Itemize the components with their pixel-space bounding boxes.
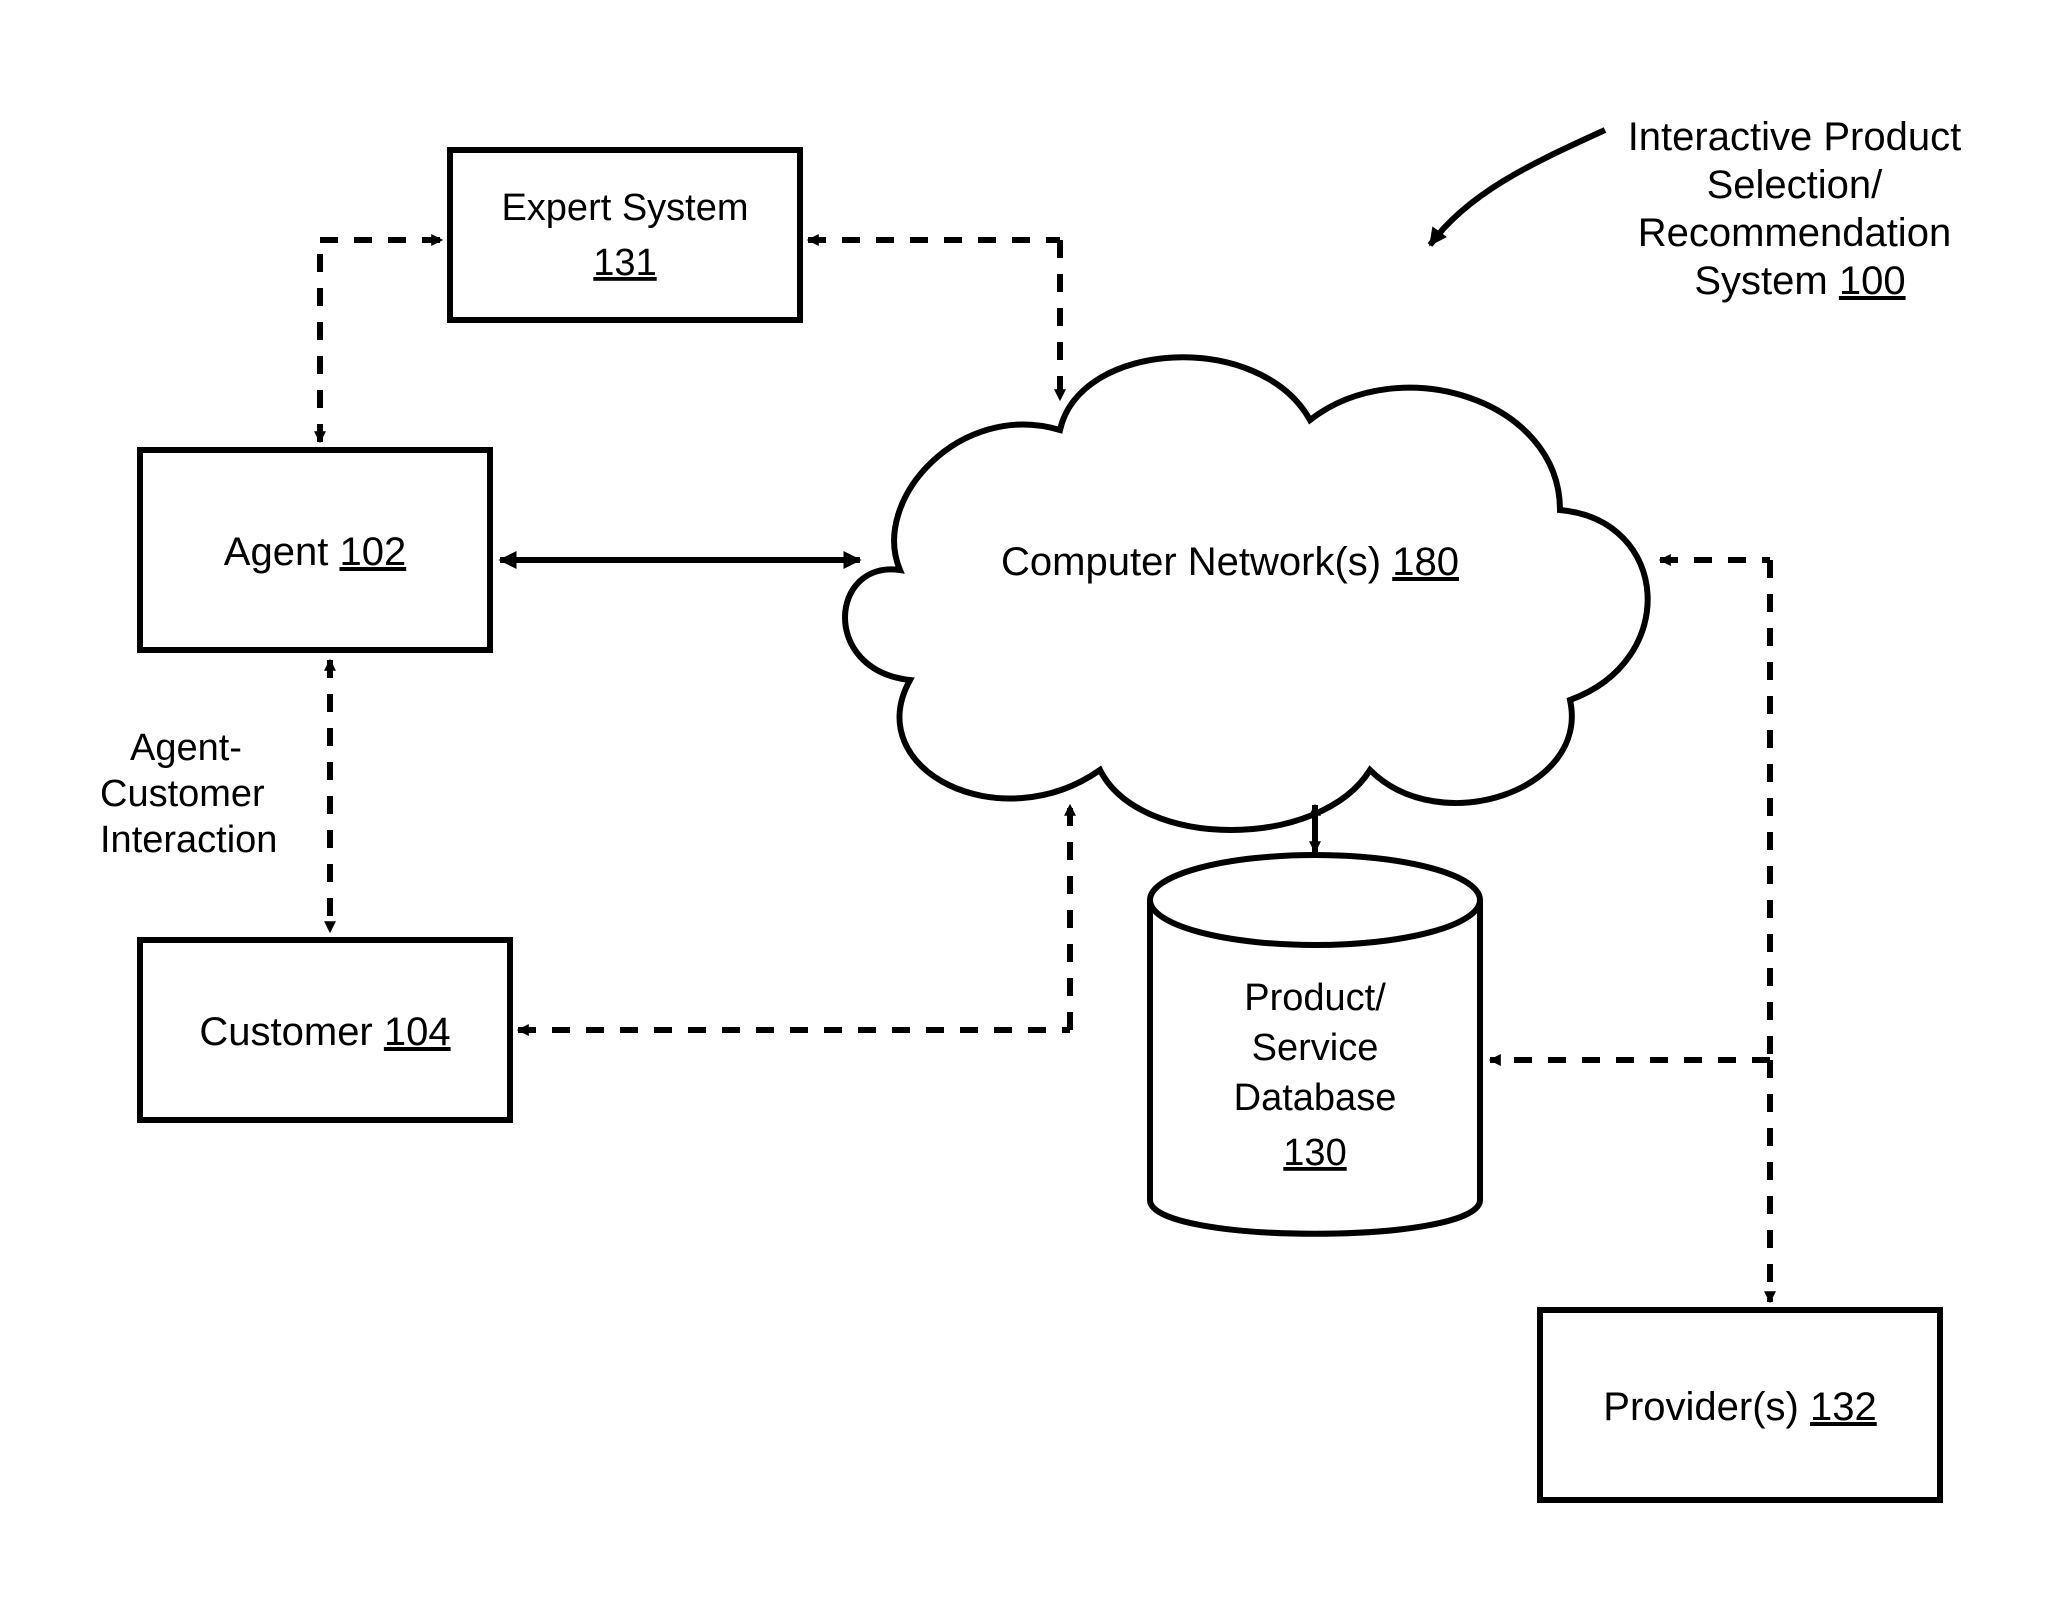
- node-computer-network: Computer Network(s) 180: [845, 357, 1648, 830]
- edge-agent-customer-label: Agent- Customer Interaction: [100, 727, 277, 861]
- svg-text:Provider(s) 132: Provider(s) 132: [1603, 1385, 1876, 1429]
- agent-label-prefix: Agent: [224, 530, 340, 574]
- db-line2: Service: [1252, 1027, 1379, 1069]
- customer-ref: 104: [384, 1010, 451, 1054]
- node-provider: Provider(s) 132: [1540, 1310, 1940, 1500]
- expert-system-ref: 131: [593, 242, 656, 284]
- provider-label-prefix: Provider(s): [1603, 1385, 1810, 1429]
- db-line3: Database: [1234, 1077, 1397, 1119]
- title-l4r: 100: [1839, 259, 1906, 303]
- svg-text:Service: Service: [1252, 1027, 1379, 1069]
- node-database: Product/ Service Database 130: [1150, 855, 1480, 1234]
- node-customer: Customer 104: [140, 940, 510, 1120]
- svg-text:131: 131: [593, 242, 656, 284]
- expert-system-label: Expert System: [501, 187, 748, 229]
- title-l1: Interactive Product: [1628, 115, 1962, 159]
- title-l4p: System: [1694, 259, 1838, 303]
- diagram-canvas: Expert System 131 Agent 102 Customer 104…: [0, 0, 2068, 1624]
- svg-text:Computer Network(s) 180: Computer Network(s) 180: [1001, 540, 1459, 584]
- db-ref: 130: [1283, 1132, 1346, 1174]
- provider-ref: 132: [1810, 1385, 1877, 1429]
- svg-text:Database: Database: [1234, 1077, 1397, 1119]
- network-label-prefix: Computer Network(s): [1001, 540, 1392, 584]
- svg-text:Customer 104: Customer 104: [199, 1010, 450, 1054]
- db-line1: Product/: [1244, 977, 1386, 1019]
- node-expert-system: Expert System 131: [450, 150, 800, 320]
- svg-text:130: 130: [1283, 1132, 1346, 1174]
- title-l2: Selection/: [1707, 163, 1884, 207]
- svg-text:Interactive Product Sele: Interactive Product Selection/ Recommend…: [1628, 115, 1973, 303]
- agent-ref: 102: [339, 530, 406, 574]
- svg-text:Expert System: Expert System: [501, 187, 748, 229]
- customer-label-prefix: Customer: [199, 1010, 384, 1054]
- title-l3: Recommendation: [1638, 211, 1952, 255]
- network-ref: 180: [1392, 540, 1459, 584]
- title-callout: Interactive Product Selection/ Recommend…: [1430, 115, 1972, 303]
- node-agent: Agent 102: [140, 450, 490, 650]
- svg-text:Agent 102: Agent 102: [224, 530, 406, 574]
- svg-text:Product/: Product/: [1244, 977, 1386, 1019]
